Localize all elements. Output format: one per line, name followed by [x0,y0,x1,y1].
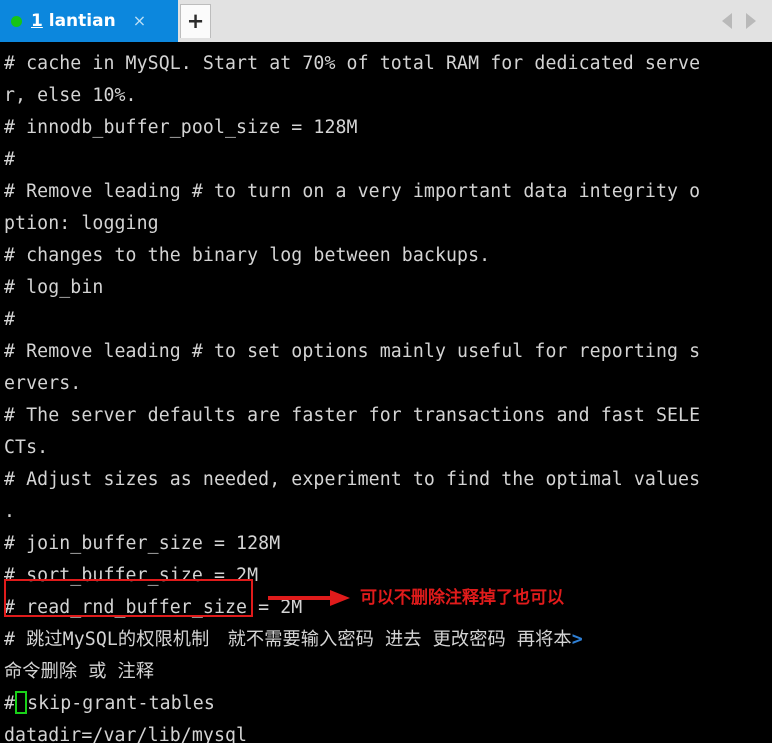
terminal-line: # Remove leading # to turn on a very imp… [4,176,772,208]
tab-label: lantian [42,11,116,31]
cursor-line-suffix: skip-grant-tables [27,693,215,714]
terminal-line-text: # Remove leading # to turn on a very imp… [4,181,701,202]
terminal-line-text: 命令删除 或 注释 [4,661,155,682]
terminal-line: # [4,304,772,336]
terminal-line-text: # innodb_buffer_pool_size = 128M [4,117,358,138]
tab-title: 1 lantian [31,11,116,31]
tab-nav-arrows [722,0,772,42]
tab-bar-spacer [211,0,722,42]
cursor-line-prefix: # [4,693,16,714]
terminal-line-text: ervers. [4,373,82,394]
terminal-screen[interactable]: # cache in MySQL. Start at 70% of total … [0,42,772,743]
close-icon[interactable]: × [133,13,146,29]
tab-number: 1 [31,11,43,31]
terminal-line-text: # read_rnd_buffer_size = 2M [4,597,303,618]
terminal-line-text: # [4,149,16,170]
terminal-cursor-line: # skip-grant-tables [4,688,772,720]
terminal-tail-output: datadir=/var/lib/mysql-- INSERT -- [4,720,772,743]
chevron-right-icon[interactable] [746,13,756,29]
terminal-line: # Adjust sizes as needed, experiment to … [4,464,772,496]
connected-dot-icon [11,16,22,27]
terminal-line: # cache in MySQL. Start at 70% of total … [4,48,772,80]
terminal-window: 1 lantian × + # cache in MySQL. Start at… [0,0,772,743]
terminal-line: . [4,496,772,528]
terminal-line: ption: logging [4,208,772,240]
new-tab-button[interactable]: + [180,4,211,38]
chevron-left-icon[interactable] [722,13,732,29]
terminal-line-text: # 跳过MySQL的权限机制 就不需要输入密码 进去 更改密码 再将本 [4,629,572,650]
terminal-line: 命令删除 或 注释 [4,656,772,688]
terminal-line-text: # [4,309,16,330]
terminal-line: # Remove leading # to set options mainly… [4,336,772,368]
terminal-line: CTs. [4,432,772,464]
terminal-line-text: # The server defaults are faster for tra… [4,405,701,426]
terminal-line: datadir=/var/lib/mysql [4,720,772,743]
terminal-line-text: # Adjust sizes as needed, experiment to … [4,469,701,490]
terminal-line-text: CTs. [4,437,49,458]
terminal-line-text: r, else 10%. [4,85,137,106]
terminal-line: # 跳过MySQL的权限机制 就不需要输入密码 进去 更改密码 再将本> [4,624,772,656]
terminal-line: # changes to the binary log between back… [4,240,772,272]
tab-bar: 1 lantian × + [0,0,772,42]
terminal-line: # [4,144,772,176]
terminal-line: # log_bin [4,272,772,304]
line-wrap-marker: > [571,629,583,650]
terminal-line: r, else 10%. [4,80,772,112]
terminal-line: # The server defaults are faster for tra… [4,400,772,432]
terminal-line-text: . [4,501,16,522]
terminal-line-text: datadir=/var/lib/mysql [4,725,248,743]
tab-lantian[interactable]: 1 lantian × [0,0,178,42]
terminal-line: # innodb_buffer_pool_size = 128M [4,112,772,144]
terminal-line-text: # join_buffer_size = 128M [4,533,281,554]
terminal-line: # join_buffer_size = 128M [4,528,772,560]
terminal-line-text: # sort_buffer_size = 2M [4,565,259,586]
terminal-line-text: # log_bin [4,277,104,298]
cursor-block-icon [15,691,28,714]
terminal-line-text: # changes to the binary log between back… [4,245,491,266]
annotation-note: 可以不删除注释掉了也可以 [360,588,564,608]
terminal-line-text: # Remove leading # to set options mainly… [4,341,701,362]
terminal-line-text: ption: logging [4,213,159,234]
terminal-line: ervers. [4,368,772,400]
terminal-line-text: # cache in MySQL. Start at 70% of total … [4,53,701,74]
